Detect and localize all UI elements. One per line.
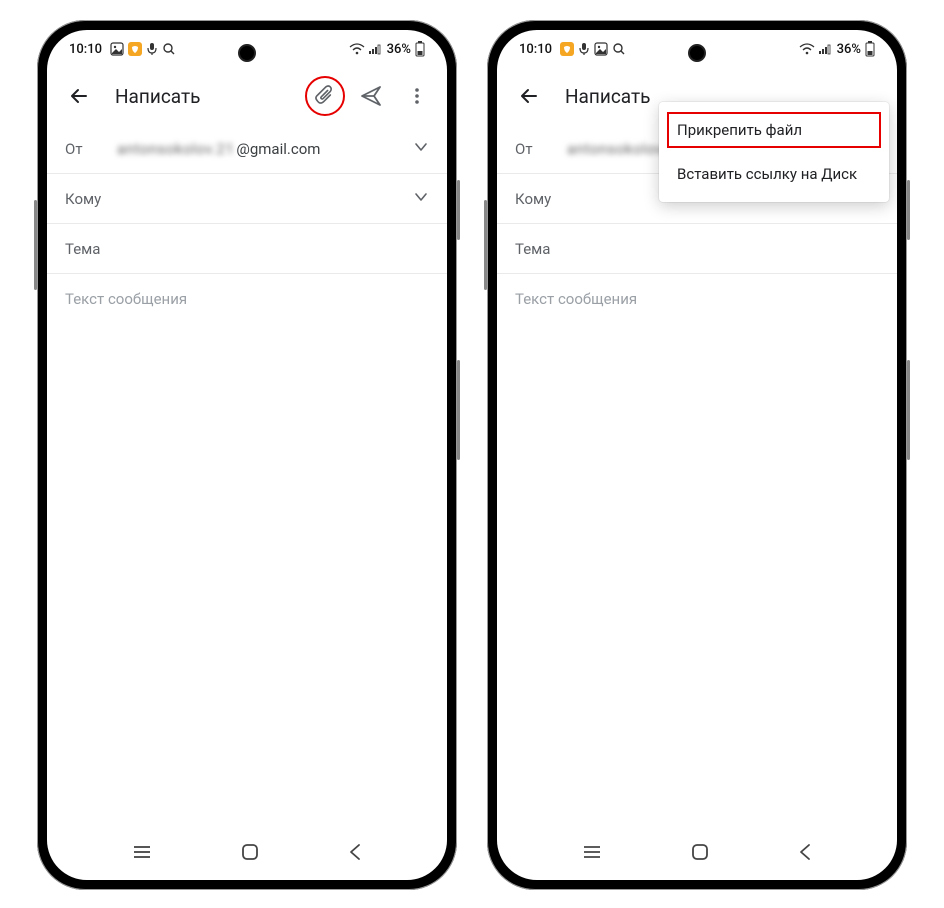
nav-back-button[interactable] [798,843,812,865]
app-icon [560,42,574,56]
body-input[interactable]: Текст сообщения [47,274,447,834]
from-label: От [65,140,107,158]
gallery-icon [594,42,608,56]
subject-row[interactable]: Тема [497,224,897,274]
nav-bar [47,834,447,880]
from-label: От [515,140,557,158]
wifi-icon [799,43,815,55]
back-button[interactable] [509,76,549,116]
subject-label: Тема [515,240,557,258]
status-right: 36% [349,41,425,57]
hw-button-right-2 [457,360,460,460]
from-suffix: @gmail.com [236,140,320,158]
from-blur: antonsokolov.21 [117,140,234,158]
app-icon [128,42,142,56]
hw-button-right-1 [907,180,910,240]
nav-home-button[interactable] [691,843,709,865]
to-label: Кому [515,190,557,208]
status-left: 10:10 [69,42,176,57]
status-time: 10:10 [519,42,552,57]
body-input[interactable]: Текст сообщения [497,274,897,834]
battery-pct: 36% [837,42,861,57]
mic-icon [578,42,590,56]
subject-label: Тема [65,240,107,258]
arrow-left-icon [518,85,540,107]
nav-back-button[interactable] [348,843,362,865]
phone-left: 10:10 36% Написать [37,20,457,890]
screen: 10:10 36% Написать [47,30,447,880]
from-value: antonsokolov.21@gmail.com [117,140,403,158]
search-icon [162,42,176,56]
hw-button-right-1 [457,180,460,240]
attach-popup: Прикрепить файл Вставить ссылку на Диск [659,102,889,202]
status-left: 10:10 [519,42,626,57]
to-label: Кому [65,190,107,208]
app-bar: Написать [47,68,447,124]
screen: 10:10 36% Написать Прикрепить файл Встав [497,30,897,880]
arrow-left-icon [68,85,90,107]
nav-home-button[interactable] [241,843,259,865]
signal-icon [369,43,383,55]
nav-bar [497,834,897,880]
status-right: 36% [799,41,875,57]
more-button[interactable] [397,76,437,116]
wifi-icon [349,43,365,55]
battery-icon [865,41,875,57]
nav-recent-button[interactable] [132,844,152,864]
mic-icon [146,42,158,56]
phone-right: 10:10 36% Написать Прикрепить файл Встав [487,20,907,890]
send-icon [360,85,382,107]
page-title: Написать [115,85,299,108]
front-camera [688,44,706,62]
hw-button-right-2 [907,360,910,460]
nav-recent-button[interactable] [582,844,602,864]
to-row[interactable]: Кому [47,174,447,224]
menu-attach-file[interactable]: Прикрепить файл [665,110,883,150]
search-icon [612,42,626,56]
gallery-icon [110,42,124,56]
status-time: 10:10 [69,42,102,57]
paperclip-icon [314,85,336,107]
attach-button[interactable] [305,76,345,116]
hw-button-left [34,200,37,290]
chevron-down-icon [413,139,429,159]
front-camera [238,44,256,62]
battery-pct: 36% [387,42,411,57]
from-row[interactable]: От antonsokolov.21@gmail.com [47,124,447,174]
send-button[interactable] [351,76,391,116]
chevron-down-icon [413,189,429,209]
menu-drive-link[interactable]: Вставить ссылку на Диск [659,152,889,196]
more-vert-icon [407,86,427,106]
subject-row[interactable]: Тема [47,224,447,274]
battery-icon [415,41,425,57]
back-button[interactable] [59,76,99,116]
hw-button-left [484,200,487,290]
signal-icon [819,43,833,55]
